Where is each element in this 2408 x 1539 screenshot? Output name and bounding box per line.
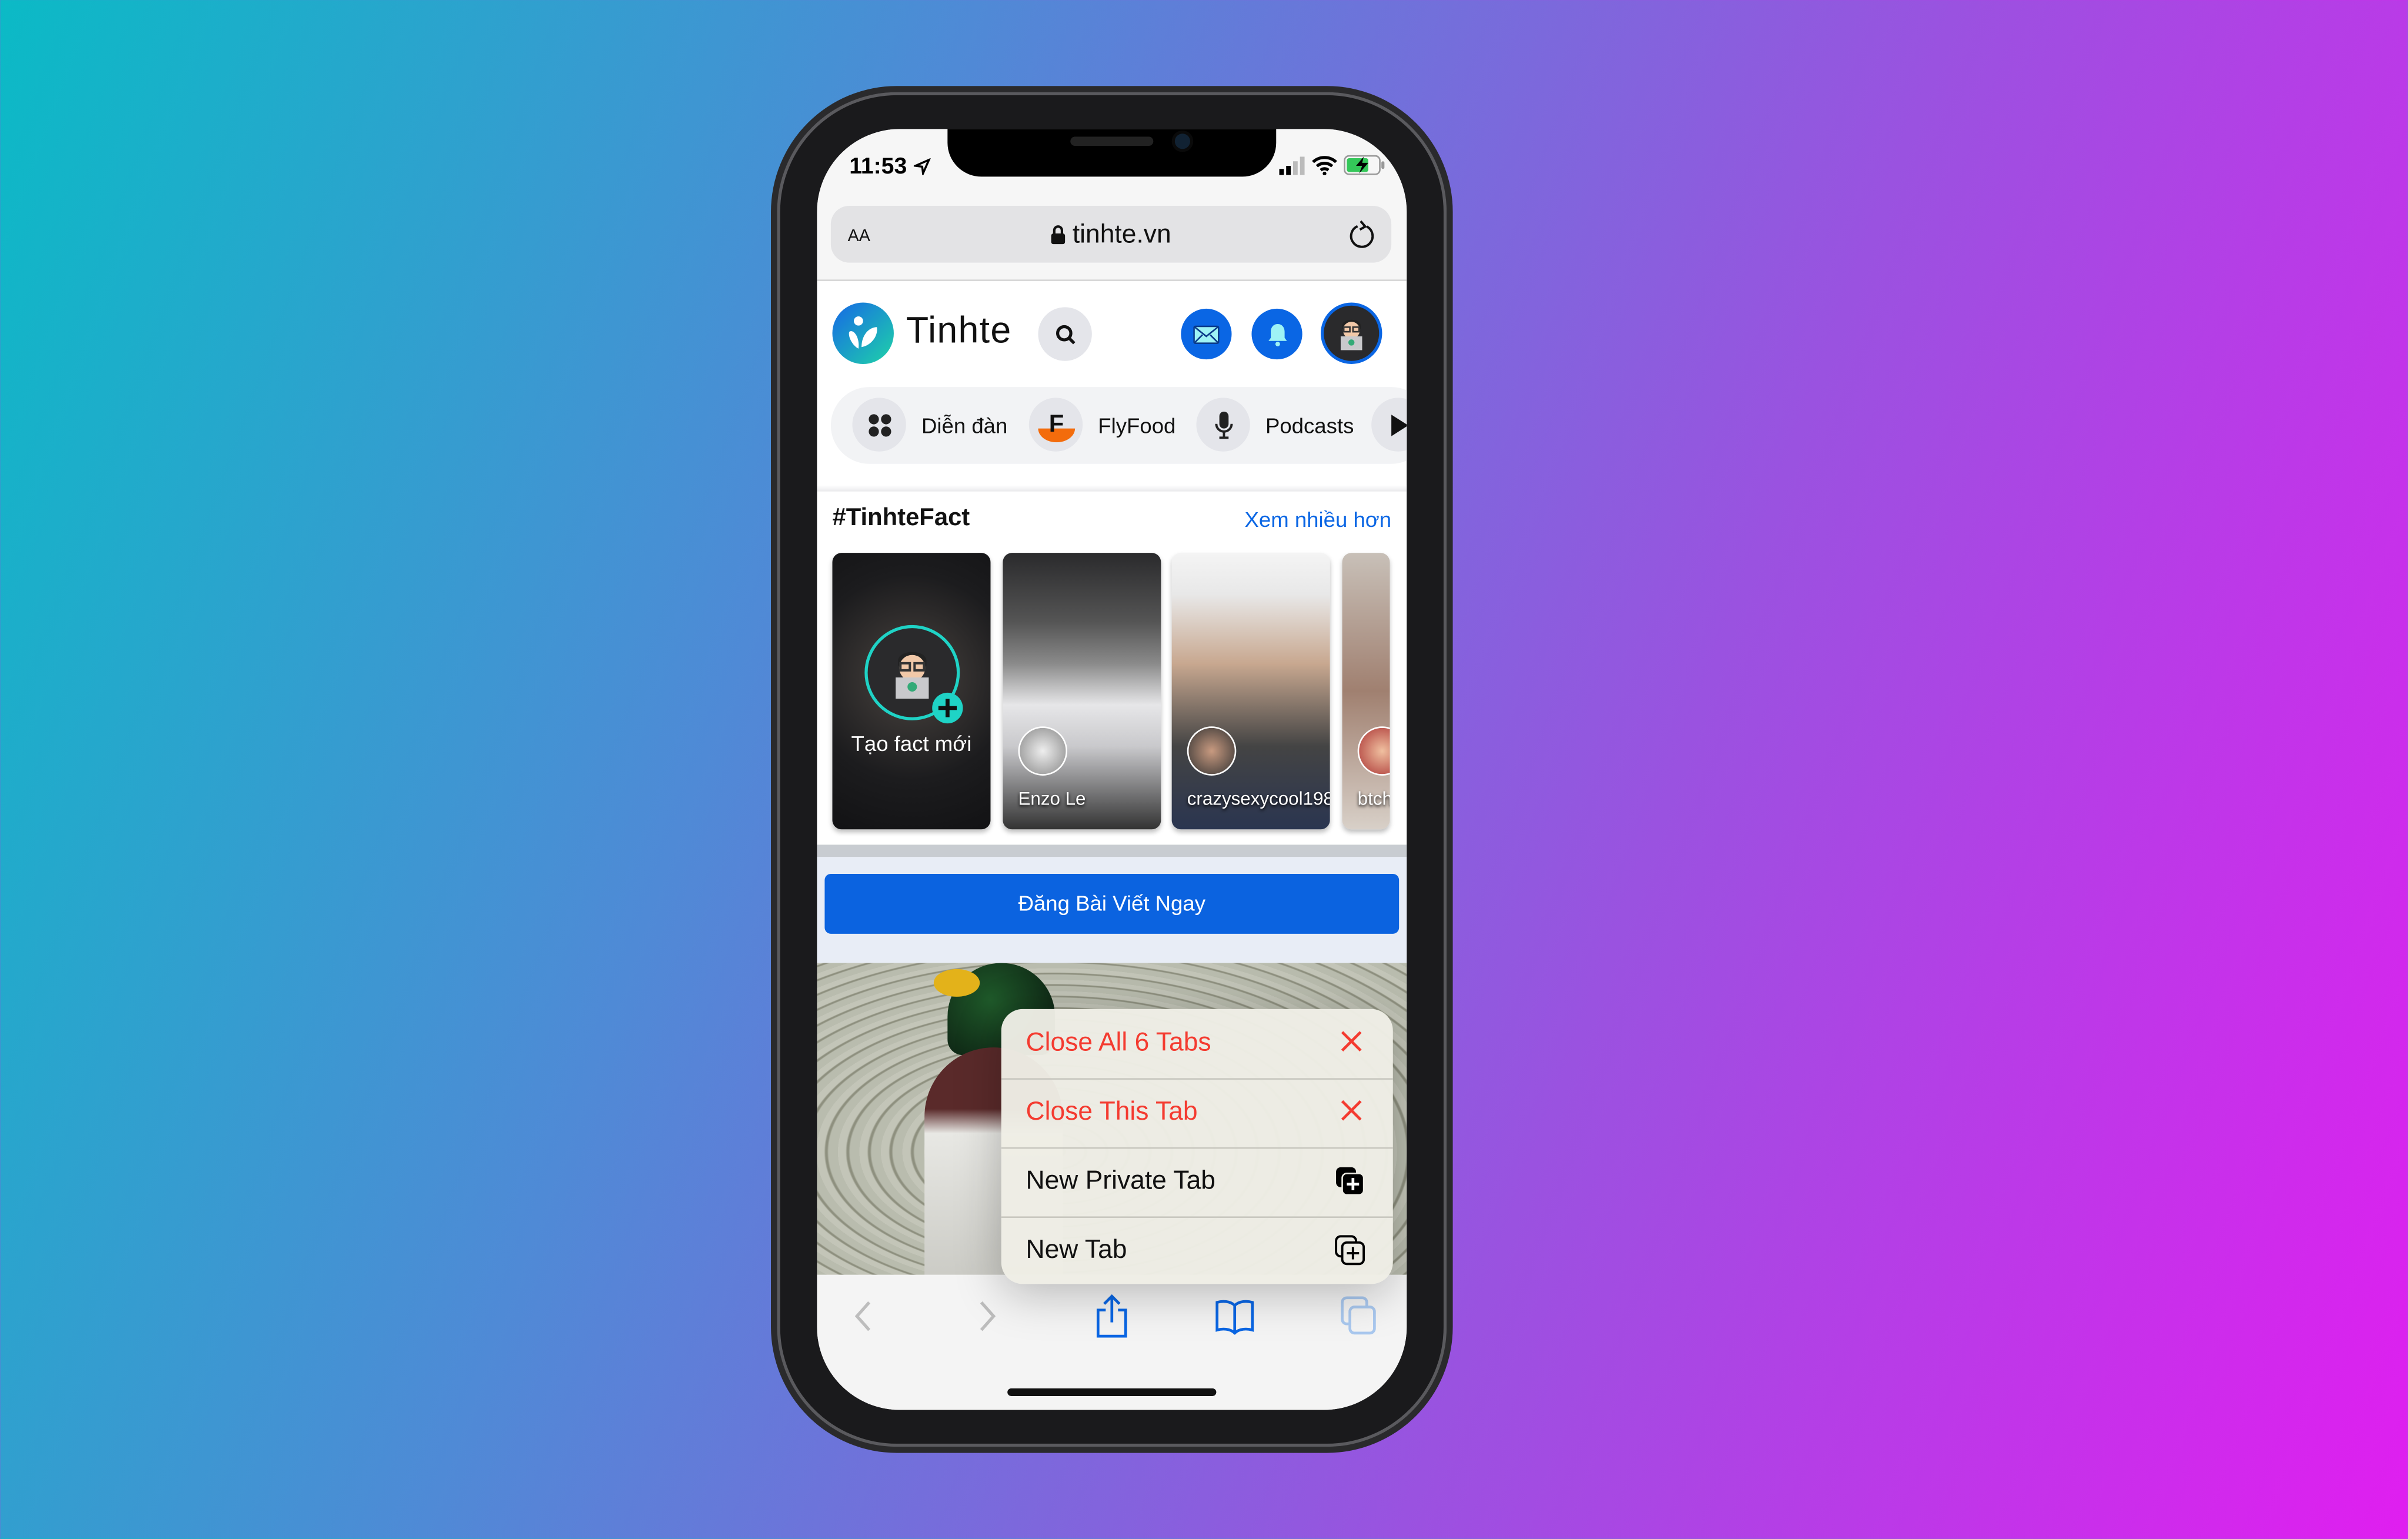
volume-down-button <box>771 488 777 584</box>
tabs-context-menu: Close All 6 Tabs Close This Tab New Priv… <box>1001 1009 1393 1284</box>
fact-author-avatar <box>1357 726 1390 776</box>
mute-switch <box>771 276 777 326</box>
create-fact-card[interactable]: Tạo fact mới <box>832 553 991 830</box>
mail-icon <box>1193 325 1220 343</box>
nav-item-forum[interactable]: Diễn đàn <box>921 413 1007 438</box>
fact-author-name: Enzo Le <box>1018 787 1086 810</box>
menu-item-close-this-tab[interactable]: Close This Tab <box>1001 1078 1393 1149</box>
menu-item-close-all-tabs[interactable]: Close All 6 Tabs <box>1001 1009 1393 1080</box>
address-bar[interactable]: AA tinhte.vn <box>830 205 1392 263</box>
fact-author-name: crazysexycool198 <box>1187 787 1330 810</box>
front-camera <box>1174 133 1190 149</box>
category-nav: Diễn đàn F FlyFood Podcasts <box>830 387 1407 464</box>
divider <box>817 485 1407 492</box>
see-more-link[interactable]: Xem nhiều hơn <box>1244 507 1391 532</box>
avatar[interactable] <box>1320 302 1382 364</box>
svg-text:F: F <box>1048 409 1063 436</box>
new-private-tab-icon <box>1336 1167 1365 1196</box>
create-fact-label: Tạo fact mới <box>851 731 972 756</box>
logo-mark-icon <box>849 316 877 349</box>
memoji-avatar-icon <box>1340 319 1362 350</box>
grid-icon <box>868 413 891 436</box>
nav-icon-forum[interactable] <box>852 398 906 452</box>
messages-button[interactable] <box>1181 308 1232 360</box>
safari-bottom-toolbar <box>817 1274 1407 1410</box>
plus-icon <box>938 699 957 717</box>
nav-icon-flyfood[interactable]: F <box>1028 398 1083 452</box>
close-icon <box>1341 1100 1362 1121</box>
nav-icon-podcasts[interactable] <box>1196 398 1250 452</box>
bookmarks-icon[interactable] <box>1215 1298 1255 1335</box>
notch <box>947 129 1277 177</box>
memoji-avatar-icon <box>896 652 929 699</box>
battery-charging-icon <box>1344 155 1385 175</box>
notifications-button[interactable] <box>1251 308 1302 360</box>
add-fact-button[interactable] <box>932 692 963 724</box>
status-time: 11:53 <box>849 153 907 180</box>
fact-author-avatar <box>1018 726 1068 776</box>
search-icon <box>1055 324 1075 344</box>
phone-screen: 11:53 AA tinhte.vn Tinhte Diễn đàn F Fly… <box>817 129 1407 1410</box>
duck-beak <box>933 969 980 997</box>
new-tab-icon <box>1335 1235 1365 1266</box>
fact-card[interactable]: crazysexycool198 <box>1171 553 1330 830</box>
close-icon <box>1341 1031 1362 1051</box>
url-text[interactable]: tinhte.vn <box>831 219 1391 250</box>
location-arrow-icon <box>913 158 931 175</box>
post-now-button[interactable]: Đăng Bài Viết Ngay <box>824 874 1400 934</box>
tabs-icon[interactable] <box>1341 1296 1378 1336</box>
section-divider <box>817 844 1407 857</box>
menu-item-new-private-tab[interactable]: New Private Tab <box>1001 1147 1393 1218</box>
search-button[interactable] <box>1038 307 1092 361</box>
forward-icon[interactable] <box>977 1299 998 1333</box>
nav-icon-video[interactable] <box>1371 398 1407 452</box>
fact-card[interactable]: btch <box>1342 553 1390 830</box>
fact-author-name: btch <box>1357 787 1390 810</box>
reload-icon[interactable] <box>1348 219 1376 250</box>
volume-up-button <box>771 368 777 464</box>
back-icon[interactable] <box>852 1299 874 1333</box>
fact-card[interactable]: Enzo Le <box>1003 553 1161 830</box>
menu-item-new-tab[interactable]: New Tab <box>1001 1216 1393 1284</box>
nav-item-flyfood[interactable]: FlyFood <box>1098 413 1175 438</box>
share-icon[interactable] <box>1095 1293 1128 1339</box>
flyfood-icon: F <box>1037 409 1074 442</box>
facts-title: #TinhteFact <box>832 505 970 532</box>
nav-item-podcasts[interactable]: Podcasts <box>1265 413 1354 438</box>
signal-icon <box>1279 156 1305 175</box>
tinhte-logo[interactable] <box>832 302 894 364</box>
home-indicator[interactable] <box>1007 1388 1217 1396</box>
brand-name[interactable]: Tinhte <box>906 311 1012 353</box>
fact-author-avatar <box>1187 726 1237 776</box>
play-icon <box>1390 413 1407 436</box>
mic-icon <box>1214 410 1233 438</box>
speaker-grille <box>1070 136 1154 146</box>
wifi-icon <box>1312 156 1337 175</box>
lock-icon <box>1051 225 1066 245</box>
bell-icon <box>1267 323 1287 346</box>
